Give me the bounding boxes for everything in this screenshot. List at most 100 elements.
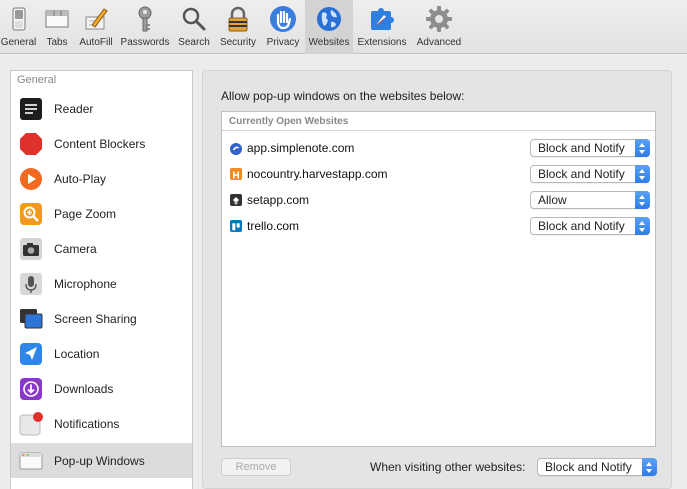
tab-websites[interactable]: Websites bbox=[305, 0, 353, 54]
sidebar-item-label: Camera bbox=[54, 241, 97, 256]
sidebar-item-auto-play[interactable]: Auto-Play bbox=[11, 161, 192, 196]
hand-icon bbox=[269, 5, 297, 33]
sidebar-item-notifications[interactable]: Notifications bbox=[11, 406, 192, 441]
tab-search[interactable]: Search bbox=[176, 0, 212, 54]
website-setting-select[interactable]: Block and Notify bbox=[530, 217, 650, 235]
reader-icon bbox=[19, 97, 43, 121]
chevron-updown-icon bbox=[635, 217, 650, 235]
tab-privacy[interactable]: Privacy bbox=[263, 0, 303, 54]
sidebar-item-reader[interactable]: Reader bbox=[11, 91, 192, 126]
settings-sidebar: General Reader Content Blockers Auto-Pla… bbox=[10, 70, 193, 489]
stop-icon bbox=[19, 132, 43, 156]
sidebar-item-downloads[interactable]: Downloads bbox=[11, 371, 192, 406]
preferences-toolbar: General Tabs AutoFill Passwords Search S… bbox=[0, 0, 687, 54]
tab-label: Security bbox=[219, 37, 257, 48]
tab-security[interactable]: Security bbox=[216, 0, 260, 54]
sidebar-item-screen-sharing[interactable]: Screen Sharing bbox=[11, 301, 192, 336]
sidebar-item-popup-windows[interactable]: Pop-up Windows bbox=[11, 443, 192, 478]
magnifier-icon bbox=[180, 5, 208, 33]
tab-label: Passwords bbox=[120, 37, 170, 48]
website-name: nocountry.harvestapp.com bbox=[247, 167, 388, 181]
table-row[interactable]: trello.com Block and Notify bbox=[222, 213, 655, 239]
tab-general[interactable]: General bbox=[0, 0, 37, 54]
puzzle-icon bbox=[368, 5, 396, 33]
simplenote-icon bbox=[230, 142, 242, 155]
chevron-updown-icon bbox=[635, 165, 650, 183]
table-row[interactable]: nocountry.harvestapp.com Block and Notif… bbox=[222, 161, 655, 187]
popup-settings-panel: Allow pop-up windows on the websites bel… bbox=[202, 70, 672, 489]
table-row[interactable]: app.simplenote.com Block and Notify bbox=[222, 135, 655, 161]
camera-icon bbox=[19, 237, 43, 261]
select-value: Allow bbox=[538, 193, 567, 207]
setapp-icon bbox=[230, 194, 242, 206]
panel-title: Allow pop-up windows on the websites bel… bbox=[221, 89, 465, 103]
tab-label: General bbox=[0, 37, 37, 48]
harvest-icon bbox=[230, 168, 242, 180]
location-arrow-icon bbox=[19, 342, 43, 366]
switch-icon bbox=[5, 5, 33, 33]
tab-label: Websites bbox=[308, 37, 350, 48]
safari-preferences-window: General Tabs AutoFill Passwords Search S… bbox=[0, 0, 687, 489]
other-websites-label: When visiting other websites: bbox=[370, 460, 526, 474]
websites-table: Currently Open Websites app.simplenote.c… bbox=[221, 111, 656, 447]
website-name: setapp.com bbox=[247, 193, 310, 207]
sidebar-item-content-blockers[interactable]: Content Blockers bbox=[11, 126, 192, 161]
chevron-updown-icon bbox=[635, 191, 650, 209]
download-icon bbox=[19, 377, 43, 401]
tab-label: Tabs bbox=[46, 37, 68, 48]
table-section-header: Currently Open Websites bbox=[222, 112, 655, 131]
tab-label: Privacy bbox=[266, 37, 300, 48]
zoom-icon bbox=[19, 202, 43, 226]
select-value: Block and Notify bbox=[538, 167, 625, 181]
other-websites-select[interactable]: Block and Notify bbox=[537, 458, 657, 476]
website-setting-select[interactable]: Allow bbox=[530, 191, 650, 209]
select-value: Block and Notify bbox=[545, 460, 632, 474]
select-value: Block and Notify bbox=[538, 219, 625, 233]
sidebar-item-label: Auto-Play bbox=[54, 171, 107, 186]
tab-label: AutoFill bbox=[79, 37, 113, 48]
website-setting-select[interactable]: Block and Notify bbox=[530, 139, 650, 157]
select-value: Block and Notify bbox=[538, 141, 625, 155]
play-icon bbox=[19, 167, 43, 191]
sidebar-item-camera[interactable]: Camera bbox=[11, 231, 192, 266]
screen-sharing-icon bbox=[19, 307, 43, 331]
website-name: trello.com bbox=[247, 219, 300, 233]
sidebar-item-label: Downloads bbox=[54, 381, 114, 396]
tab-label: Advanced bbox=[416, 37, 462, 48]
tab-autofill[interactable]: AutoFill bbox=[77, 0, 115, 54]
notification-badge-icon bbox=[19, 411, 43, 436]
tab-extensions[interactable]: Extensions bbox=[355, 0, 409, 54]
tab-tabs[interactable]: Tabs bbox=[40, 0, 74, 54]
microphone-icon bbox=[19, 272, 43, 296]
sidebar-item-label: Microphone bbox=[54, 276, 117, 291]
globe-icon bbox=[315, 5, 343, 33]
tab-advanced[interactable]: Advanced bbox=[413, 0, 465, 54]
sidebar-item-page-zoom[interactable]: Page Zoom bbox=[11, 196, 192, 231]
chevron-updown-icon bbox=[635, 139, 650, 157]
tab-passwords[interactable]: Passwords bbox=[118, 0, 172, 54]
remove-button[interactable]: Remove bbox=[221, 458, 291, 476]
sidebar-item-label: Page Zoom bbox=[54, 206, 117, 221]
tabs-icon bbox=[43, 5, 71, 33]
sidebar-item-microphone[interactable]: Microphone bbox=[11, 266, 192, 301]
pencil-icon bbox=[82, 5, 110, 33]
table-row[interactable]: setapp.com Allow bbox=[222, 187, 655, 213]
sidebar-item-label: Notifications bbox=[54, 416, 120, 431]
sidebar-item-location[interactable]: Location bbox=[11, 336, 192, 371]
gear-icon bbox=[425, 5, 453, 33]
website-setting-select[interactable]: Block and Notify bbox=[530, 165, 650, 183]
trello-icon bbox=[230, 220, 242, 232]
sidebar-item-label: Location bbox=[54, 346, 100, 361]
lock-icon bbox=[224, 5, 252, 33]
key-icon bbox=[131, 5, 159, 33]
tab-label: Extensions bbox=[357, 37, 407, 48]
website-name: app.simplenote.com bbox=[247, 141, 355, 155]
sidebar-header: General bbox=[17, 74, 57, 86]
sidebar-item-label: Content Blockers bbox=[54, 136, 146, 151]
popup-window-icon bbox=[19, 449, 43, 473]
sidebar-item-label: Pop-up Windows bbox=[54, 453, 145, 468]
sidebar-item-label: Reader bbox=[54, 101, 94, 116]
chevron-updown-icon bbox=[642, 458, 657, 476]
tab-label: Search bbox=[178, 37, 210, 48]
sidebar-item-label: Screen Sharing bbox=[54, 311, 137, 326]
